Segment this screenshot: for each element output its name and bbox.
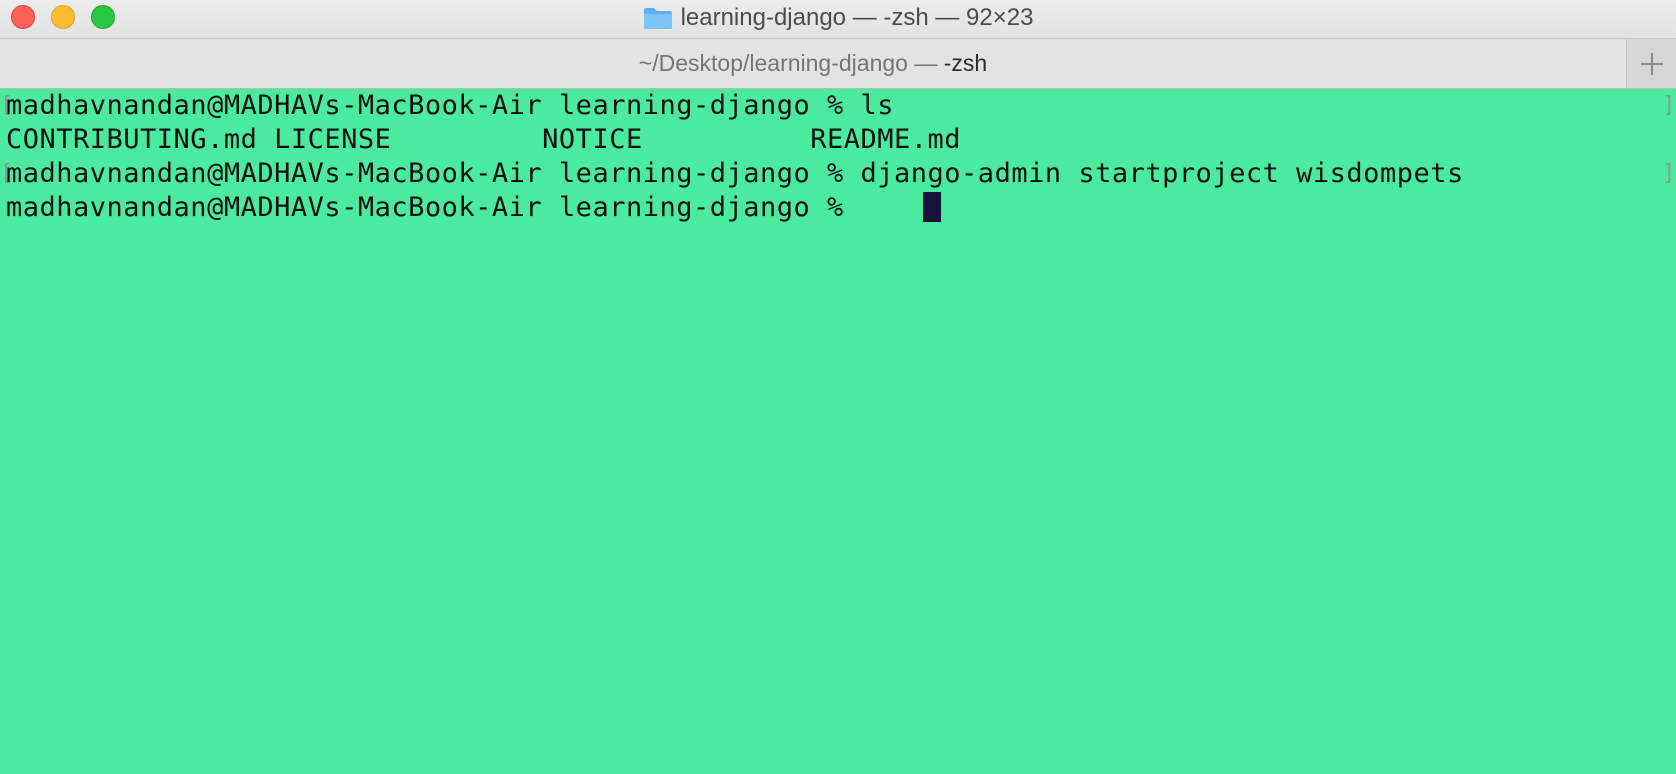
- terminal-window: learning-django — -zsh — 92×23 ~/Desktop…: [0, 0, 1676, 774]
- window-title: learning-django — -zsh — 92×23: [680, 4, 1034, 31]
- window-title-group: learning-django — -zsh — 92×23: [0, 0, 1676, 36]
- line-mark-right: ]: [1662, 161, 1676, 186]
- plus-icon: [1641, 52, 1663, 75]
- tab-path: ~/Desktop/learning-django —: [638, 50, 938, 76]
- tab-current[interactable]: ~/Desktop/learning-django — -zsh: [0, 39, 1627, 88]
- tab-shell: -zsh: [943, 50, 988, 76]
- line-mark-right: ]: [1662, 93, 1676, 118]
- terminal-line: madhavnandan@MADHAVs-MacBook-Air learnin…: [6, 192, 861, 223]
- text-cursor: [923, 192, 941, 222]
- terminal-line: madhavnandan@MADHAVs-MacBook-Air learnin…: [6, 90, 895, 121]
- tab-title: ~/Desktop/learning-django — -zsh: [639, 50, 987, 77]
- folder-icon: [643, 6, 673, 30]
- new-tab-button[interactable]: [1628, 39, 1676, 88]
- terminal-line: madhavnandan@MADHAVs-MacBook-Air learnin…: [6, 158, 1464, 189]
- title-bar[interactable]: learning-django — -zsh — 92×23: [0, 0, 1676, 39]
- terminal-line: CONTRIBUTING.md LICENSE NOTICE README.md: [6, 124, 962, 155]
- tab-bar: ~/Desktop/learning-django — -zsh: [0, 39, 1676, 89]
- terminal-output[interactable]: [ ] madhavnandan@MADHAVs-MacBook-Air lea…: [0, 89, 1676, 774]
